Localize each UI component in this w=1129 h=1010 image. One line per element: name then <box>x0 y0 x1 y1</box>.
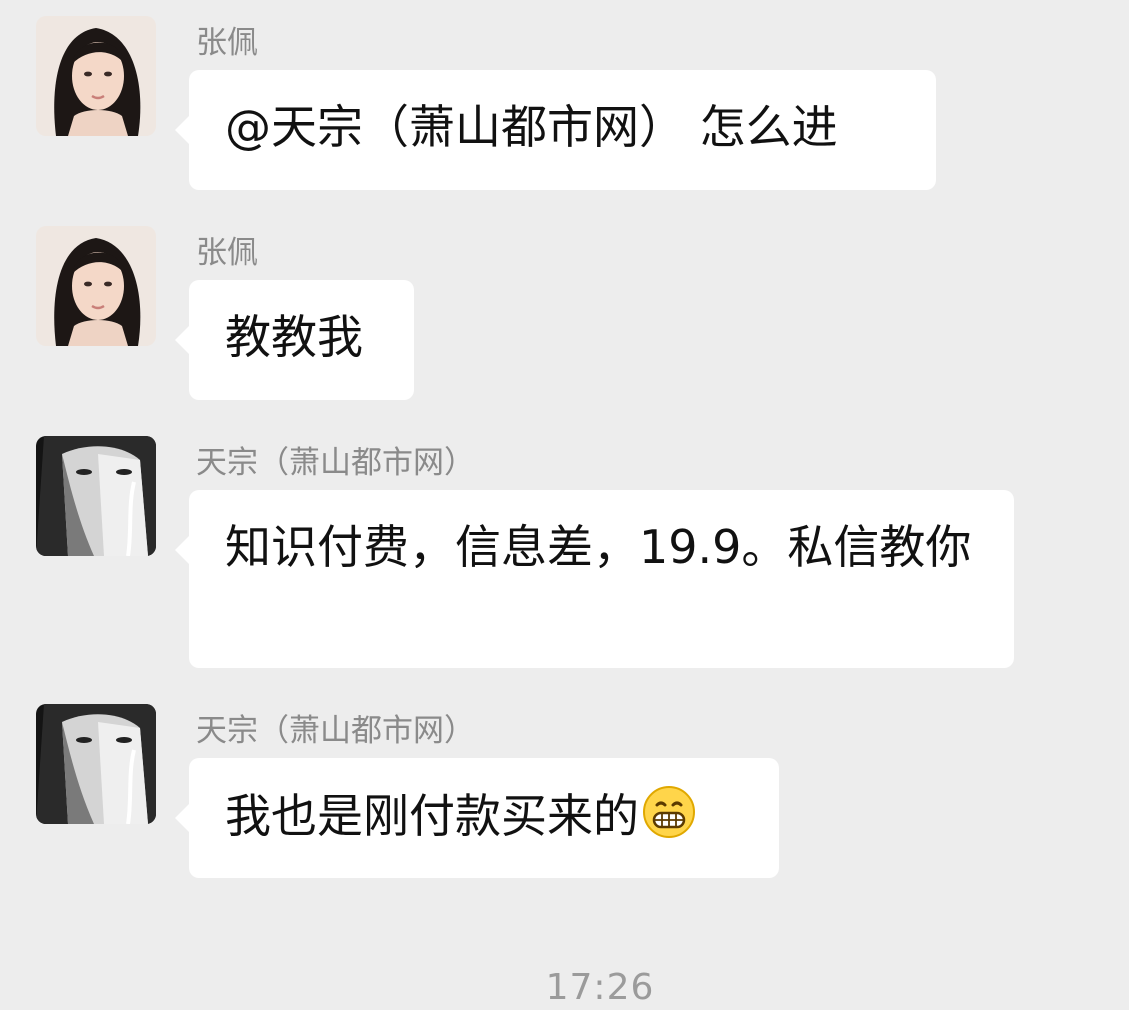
grinning-emoji-icon <box>641 784 697 840</box>
timestamp: 17:26 <box>545 967 655 1008</box>
message-bubble[interactable]: 知识付费，信息差，19.9。私信教你 <box>175 490 1014 668</box>
message-text: 我也是刚付款买来的 <box>225 789 639 843</box>
message-text: @天宗（萧山都市网） 怎么进 <box>225 100 838 154</box>
female-avatar-icon <box>36 226 156 346</box>
message-text: 教教我 <box>225 310 363 364</box>
sender-name: 张佩 <box>196 235 258 271</box>
message-bubble[interactable]: 我也是刚付款买来的 <box>175 758 779 878</box>
avatar[interactable] <box>36 226 156 346</box>
female-avatar-icon <box>36 16 156 136</box>
avatar[interactable] <box>36 704 156 824</box>
sender-name: 天宗（萧山都市网） <box>196 713 475 749</box>
avatar[interactable] <box>36 436 156 556</box>
message-text: 知识付费，信息差，19.9。私信教你 <box>225 520 972 574</box>
masked-face-avatar-icon <box>36 704 156 824</box>
masked-face-avatar-icon <box>36 436 156 556</box>
message-bubble[interactable]: @天宗（萧山都市网） 怎么进 <box>175 70 936 190</box>
sender-name: 天宗（萧山都市网） <box>196 445 475 481</box>
sender-name: 张佩 <box>196 25 258 61</box>
message-bubble[interactable]: 教教我 <box>175 280 414 400</box>
avatar[interactable] <box>36 16 156 136</box>
